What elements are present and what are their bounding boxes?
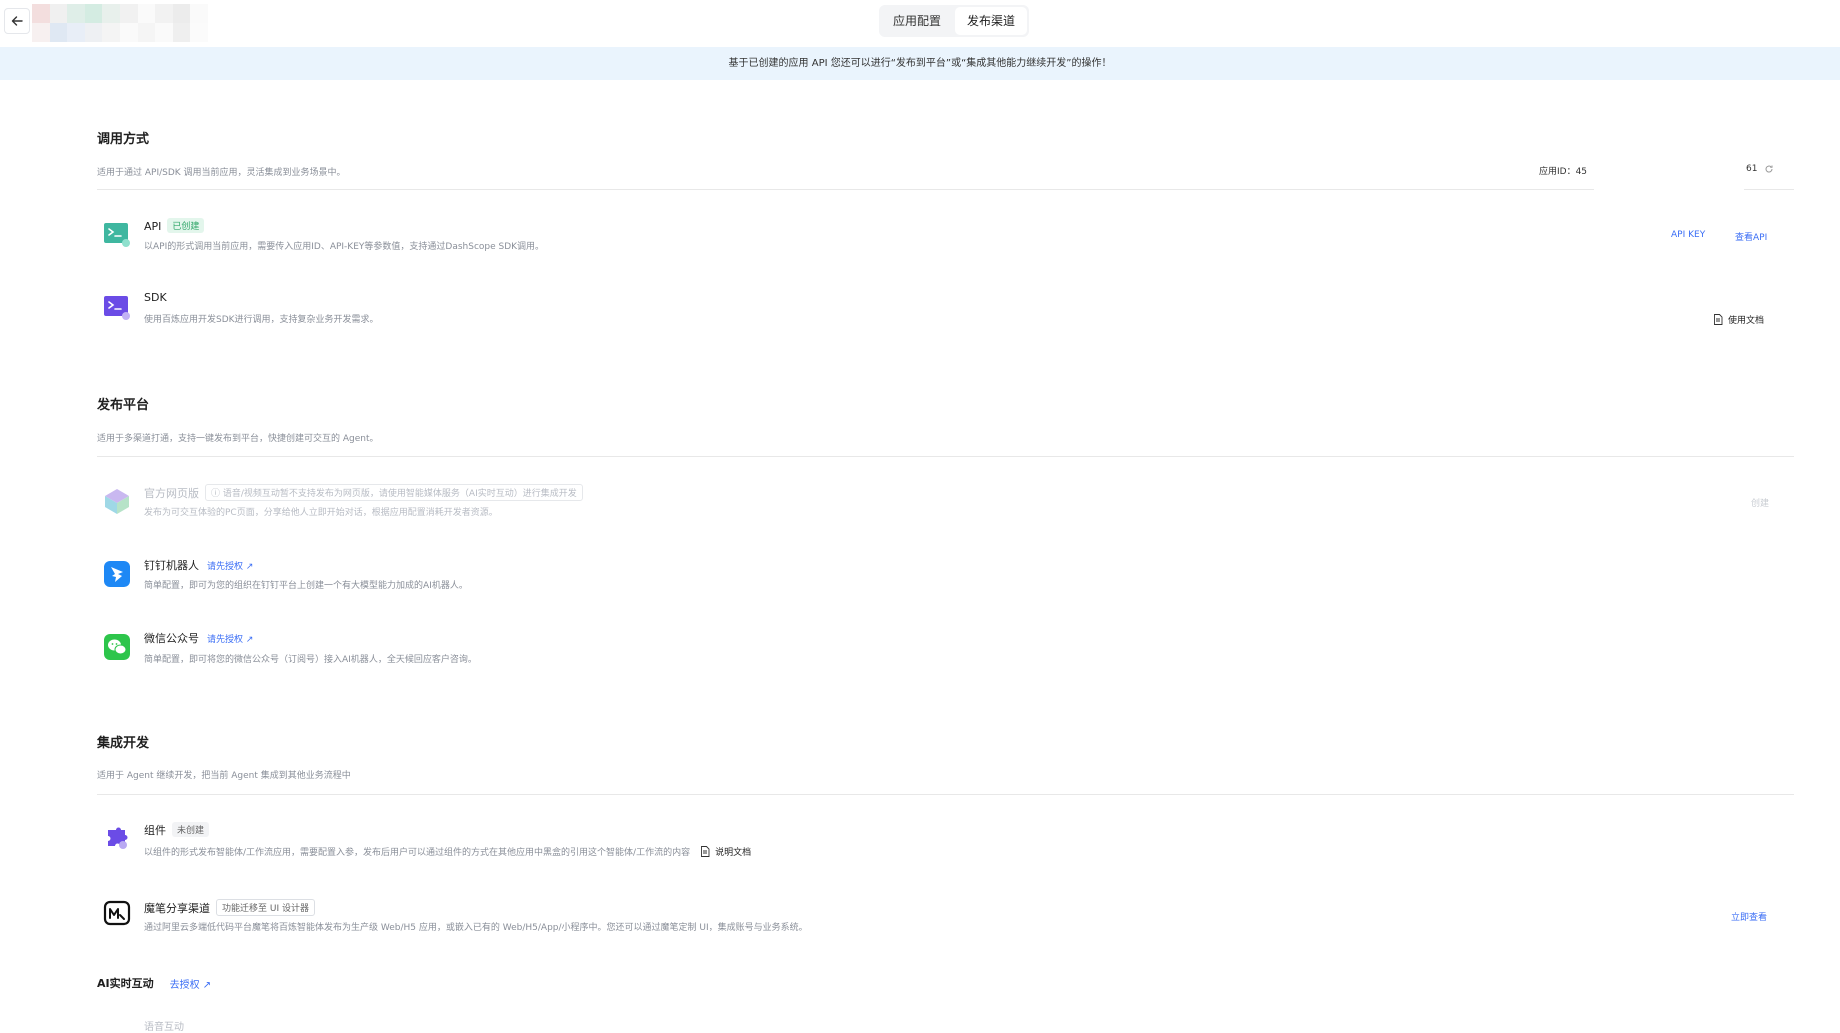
divider [97, 189, 1594, 190]
external-link-icon: ↗ [202, 979, 212, 991]
section-title-invoke: 调用方式 [97, 132, 150, 147]
section-desc-integrate: 适用于 Agent 继续开发，把当前 Agent 集成到其他业务流程中 [97, 771, 351, 781]
notice-tag: ⓘ 语音/视频互动暂不支持发布为网页版，请使用智能媒体服务（AI实时互动）进行集… [205, 484, 583, 501]
row-desc-api: 以API的形式调用当前应用，需要传入应用ID、API-KEY等参数值，支持通过D… [144, 242, 545, 252]
tab-publish-channel[interactable]: 发布渠道 [955, 7, 1028, 35]
arrow-left-icon [11, 16, 23, 26]
row-title-api: API 已创建 [144, 218, 205, 233]
tab-group: 应用配置 发布渠道 [879, 5, 1030, 37]
view-now-link[interactable]: 立即查看 [1731, 910, 1767, 923]
row-desc-mobi: 通过阿里云多端低代码平台魔笔将百炼智能体发布为生产级 Web/H5 应用，或嵌入… [144, 923, 808, 933]
row-desc-sdk: 使用百炼应用开发SDK进行调用，支持复杂业务开发需求。 [144, 315, 379, 325]
migration-badge: 功能迁移至 UI 设计器 [216, 899, 315, 916]
app-id-label: 应用ID：45 [1539, 167, 1588, 177]
voice-interaction-item: 语音互动 [144, 1022, 184, 1033]
section-desc-publish: 适用于多渠道打通，支持一键发布到平台，快捷创建可交互的 Agent。 [97, 434, 379, 444]
wechat-icon [104, 634, 130, 660]
row-title-wechat: 微信公众号 请先授权 ↗ [144, 632, 254, 645]
section-title-publish: 发布平台 [97, 398, 150, 413]
explain-doc-link[interactable]: 说明文档 [700, 845, 751, 858]
authorize-link[interactable]: 请先授权 ↗ [207, 635, 253, 645]
puzzle-icon [108, 827, 128, 849]
row-desc-web: 发布为可交互体验的PC页面，分享给他人立即开始对话，根据应用配置消耗开发者资源。 [144, 508, 498, 518]
document-icon [1714, 314, 1723, 325]
view-api-link[interactable]: 查看API [1735, 230, 1767, 243]
terminal-icon [104, 296, 130, 320]
row-title-mobi: 魔笔分享渠道 功能迁移至 UI 设计器 [144, 899, 315, 916]
document-icon [701, 846, 710, 857]
row-title-component: 组件 未创建 [144, 822, 210, 838]
external-link-icon: ↗ [245, 635, 254, 645]
go-authorize-link[interactable]: 去授权 ↗ [170, 976, 212, 991]
external-link-icon: ↗ [245, 562, 254, 572]
info-banner: 基于已创建的应用 API 您还可以进行“发布到平台”或“集成其他能力继续开发”的… [0, 47, 1840, 80]
app-id-suffix: 61 [1746, 164, 1758, 174]
divider [97, 794, 1794, 795]
create-button[interactable]: 创建 [1751, 496, 1769, 509]
row-desc-wechat: 简单配置，即可将您的微信公众号（订阅号）接入AI机器人，全天候回应客户咨询。 [144, 655, 477, 665]
copy-icon[interactable] [1764, 164, 1774, 174]
back-button[interactable] [4, 8, 30, 34]
row-title-sdk: SDK [144, 291, 167, 304]
doc-label: 使用文档 [1728, 316, 1765, 326]
divider [1744, 189, 1794, 190]
section-title-integrate: 集成开发 [97, 736, 150, 751]
divider [97, 456, 1794, 457]
mobi-icon [103, 900, 131, 926]
row-title-dingtalk: 钉钉机器人 请先授权 ↗ [144, 559, 254, 572]
top-bar: 应用配置 发布渠道 [0, 0, 1840, 47]
row-title-web: 官方网页版 ⓘ 语音/视频互动暂不支持发布为网页版，请使用智能媒体服务（AI实时互… [144, 484, 583, 501]
api-key-link[interactable]: API KEY [1671, 230, 1705, 240]
status-badge: 已创建 [167, 218, 205, 233]
section-title-realtime: AI实时互动 [97, 977, 154, 990]
row-desc-dingtalk: 简单配置，即可为您的组织在钉钉平台上创建一个有大模型能力加成的AI机器人。 [144, 581, 468, 591]
status-badge: 未创建 [172, 822, 210, 837]
row-desc-component: 以组件的形式发布智能体/工作流应用，需要配置入参，发布后用户可以通过组件的方式在… [144, 845, 751, 858]
sdk-doc-button[interactable]: 使用文档 [1713, 313, 1764, 326]
terminal-icon [104, 223, 130, 247]
authorize-link[interactable]: 请先授权 ↗ [207, 562, 253, 572]
section-desc-invoke: 适用于通过 API/SDK 调用当前应用，灵活集成到业务场景中。 [97, 168, 346, 178]
realtime-header: AI实时互动 去授权 ↗ [97, 975, 211, 991]
blurred-app-name [32, 4, 208, 42]
tab-app-config[interactable]: 应用配置 [881, 7, 953, 35]
web-cube-icon [105, 489, 129, 514]
dingtalk-icon [104, 561, 130, 587]
